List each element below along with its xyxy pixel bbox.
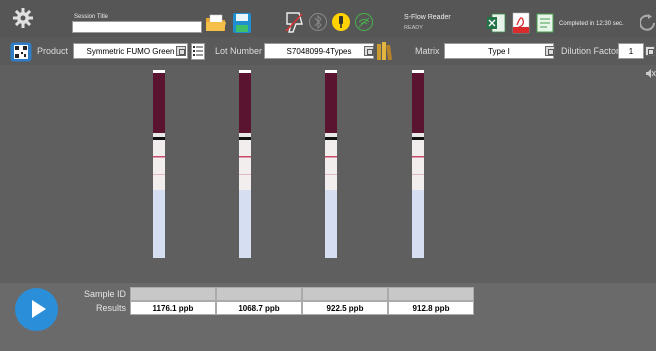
sample-id-cell[interactable] [302,287,388,301]
folder-icon[interactable] [205,13,227,33]
session-title-label: Session Title [74,14,109,20]
result-cell: 1068.7 ppb [216,301,302,315]
result-cell: 922.5 ppb [302,301,388,315]
product-select[interactable]: Symmetric FUMO Green [73,43,188,59]
matrix-dropdown-button[interactable] [545,46,555,56]
usb-icon[interactable] [331,12,351,32]
dilution-factor-select[interactable]: 1 [618,43,644,59]
sample-id-cell[interactable] [388,287,474,301]
sample-id-cell[interactable] [216,287,302,301]
result-cell: 1176.1 ppb [130,301,216,315]
mute-icon[interactable] [645,68,656,79]
lot-number-dropdown-button[interactable] [364,46,374,56]
document-icon[interactable] [535,13,555,33]
matrix-label: Matrix [415,46,440,56]
bluetooth-icon[interactable] [308,12,328,32]
session-title-input[interactable] [72,21,202,33]
lot-number-label: Lot Number [215,46,263,56]
reader-status: READY [404,25,423,31]
test-strip-2 [239,70,251,258]
test-strip-3 [325,70,337,258]
reader-name: S-Flow Reader [404,14,451,21]
test-strip-4 [412,70,424,258]
books-icon[interactable] [376,42,394,61]
sample-id-label: Sample ID [83,289,126,299]
completion-time-text: Completed in 12:30 sec. [559,21,624,27]
pdf-icon[interactable] [511,12,531,34]
qr-code-icon[interactable] [10,42,32,62]
product-label: Product [37,46,69,56]
save-icon[interactable] [232,12,252,34]
scanner-icon[interactable] [282,10,306,34]
matrix-select[interactable]: Type I [444,43,554,59]
dilution-factor-dropdown-button[interactable] [645,46,655,56]
test-strip-1 [153,70,165,258]
refresh-icon[interactable] [640,14,656,32]
lot-number-select[interactable]: S7048099-4Types [264,43,374,59]
result-cell: 912.8 ppb [388,301,474,315]
results-label: Results [95,303,126,313]
gear-icon[interactable] [12,7,34,29]
list-icon[interactable] [191,43,205,60]
play-button[interactable] [15,288,58,331]
excel-icon[interactable] [486,13,506,33]
product-dropdown-button[interactable] [176,46,186,56]
wifi-icon[interactable] [354,12,374,32]
sample-id-cell[interactable] [130,287,216,301]
dilution-factor-label: Dilution Factor [561,46,620,56]
